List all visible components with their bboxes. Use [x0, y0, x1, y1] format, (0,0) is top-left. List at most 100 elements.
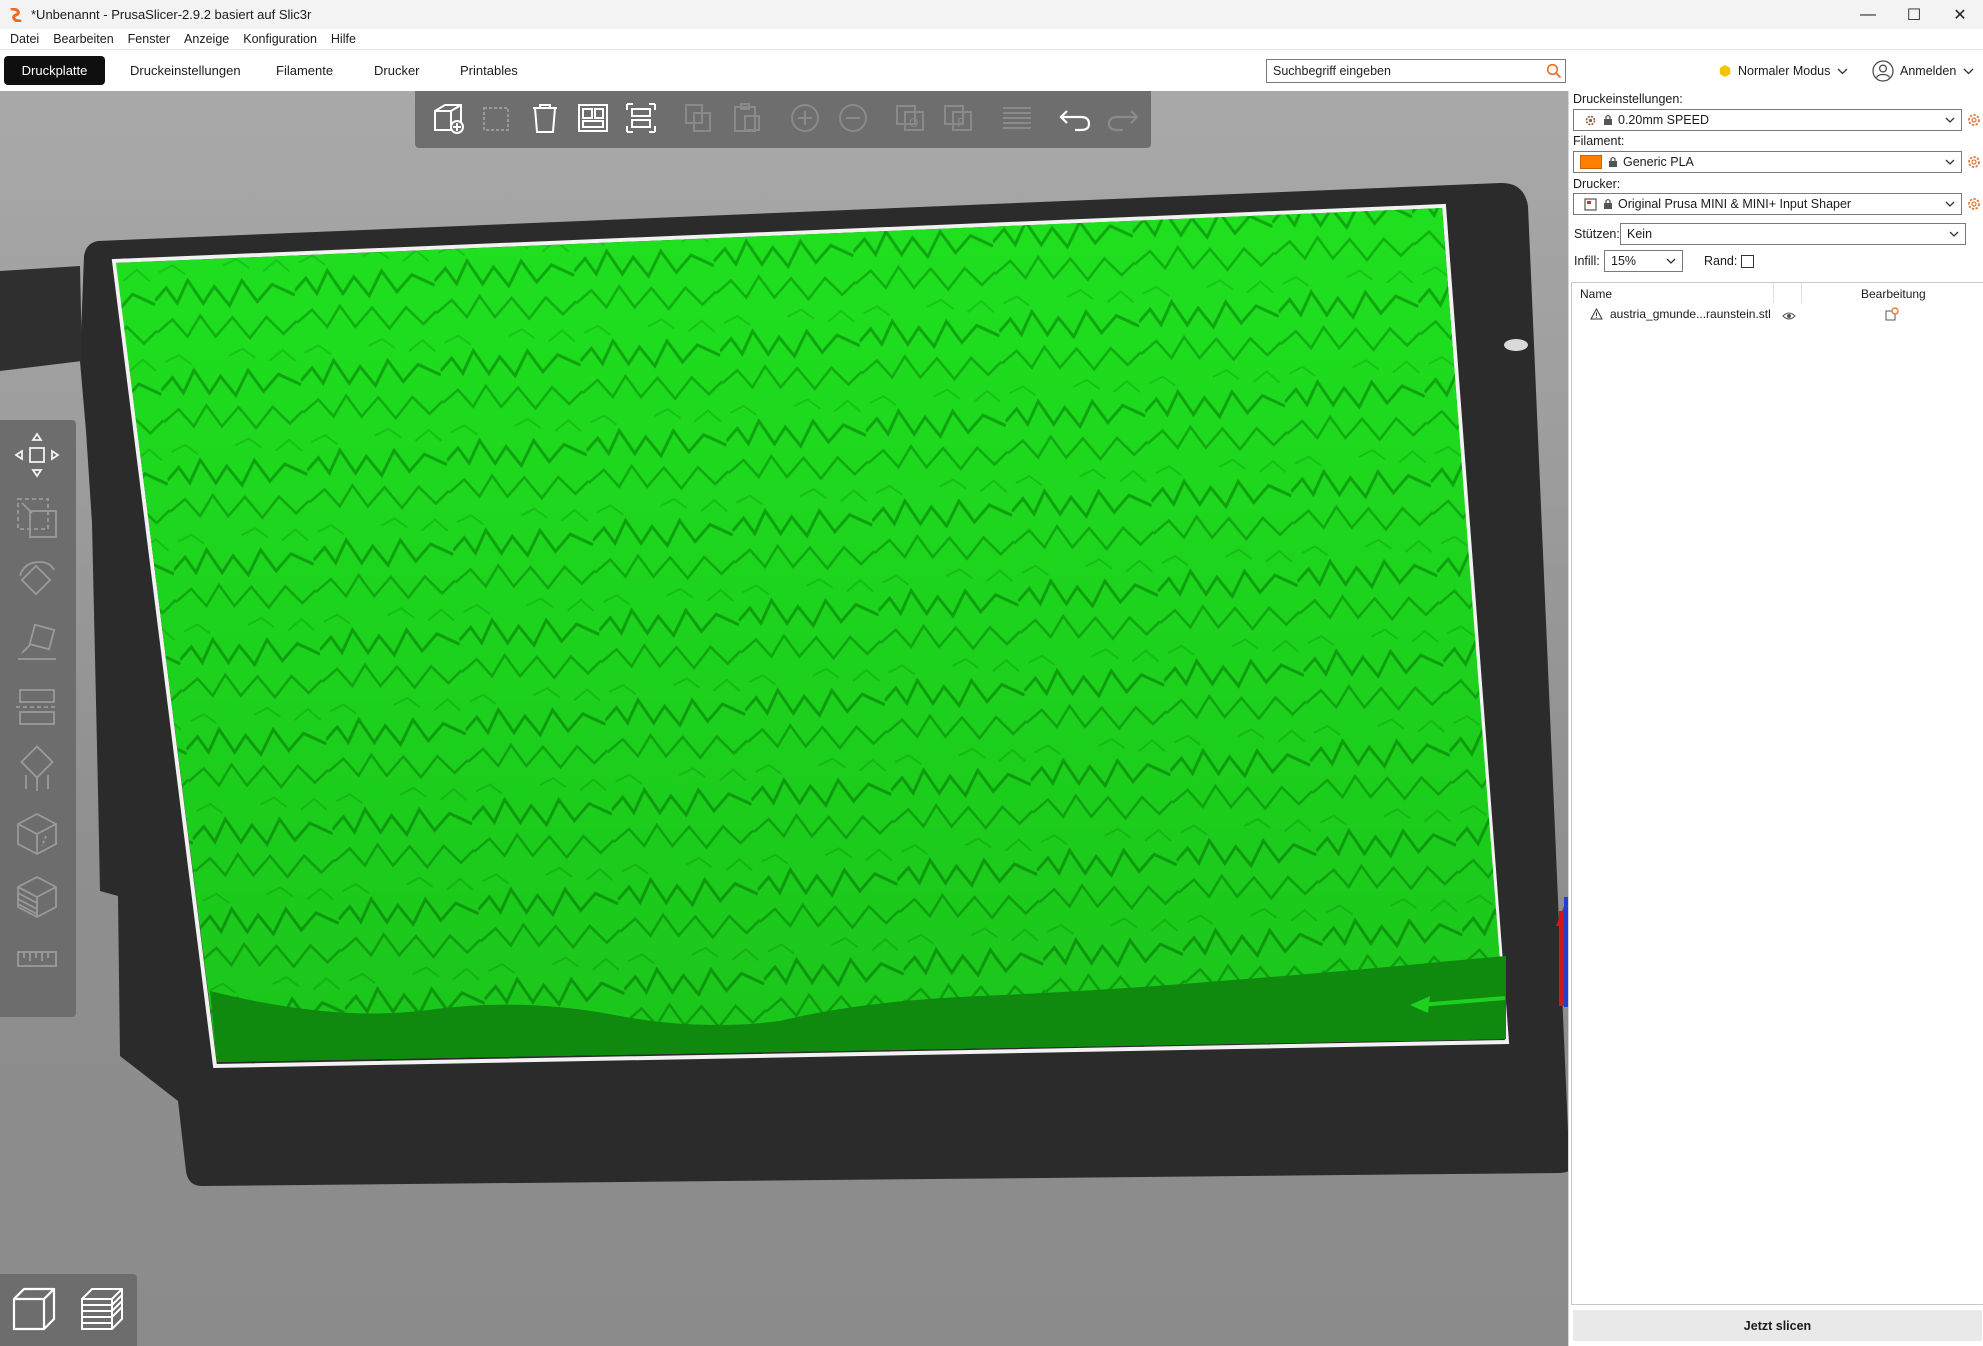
support-painting-icon [12, 744, 62, 798]
mode-label: Normaler Modus [1738, 64, 1831, 78]
tab-bar: Druckplatte Druckeinstellungen Filamente… [0, 50, 1983, 90]
right-sidebar: Druckeinstellungen: 0.20mm SPEED Filamen… [1568, 91, 1983, 1346]
tab-filaments[interactable]: Filamente [256, 56, 353, 85]
login-label: Anmelden [1900, 64, 1957, 78]
object-list: Name Bearbeitung austria_gmunde...raunst… [1571, 282, 1983, 1305]
brim-checkbox[interactable] [1741, 255, 1754, 268]
tab-plater[interactable]: Druckplatte [4, 56, 105, 85]
remove-instance-button[interactable] [829, 96, 877, 144]
infill-value: 15% [1611, 254, 1637, 268]
list-item[interactable]: austria_gmunde...raunstein.stl [1572, 303, 1983, 325]
menu-configuration[interactable]: Konfiguration [236, 32, 324, 46]
arrange-button[interactable] [569, 96, 617, 144]
menu-file[interactable]: Datei [3, 32, 46, 46]
column-divider [1801, 283, 1802, 303]
search-icon[interactable] [1543, 60, 1565, 82]
undo-button[interactable] [1051, 96, 1099, 144]
lock-icon [1603, 114, 1613, 126]
search-input[interactable] [1267, 61, 1543, 81]
scale-tool-button[interactable] [8, 490, 66, 548]
infill-combo[interactable]: 15% [1604, 250, 1683, 272]
minimize-button[interactable]: — [1845, 0, 1891, 29]
variable-layer-height-button[interactable] [993, 96, 1041, 144]
3d-scene [0, 182, 1568, 1186]
mode-selector[interactable]: Normaler Modus [1719, 60, 1848, 82]
rotate-icon [12, 556, 62, 609]
view-mode-toggle [0, 1274, 137, 1346]
layers-preview-icon [76, 1283, 128, 1338]
rotate-tool-button[interactable] [8, 553, 66, 611]
menu-window[interactable]: Fenster [121, 32, 177, 46]
place-on-face-tool-button[interactable] [8, 616, 66, 674]
menu-help[interactable]: Hilfe [324, 32, 363, 46]
paste-button[interactable] [723, 96, 771, 144]
split-parts-button[interactable]: P [935, 96, 983, 144]
search-box [1266, 59, 1566, 83]
eye-visibility-icon[interactable] [1782, 309, 1796, 324]
filament-color-swatch [1580, 155, 1602, 169]
column-header-name[interactable]: Name [1580, 287, 1612, 301]
cut-tool-button[interactable] [8, 679, 66, 737]
column-divider [1773, 283, 1774, 303]
layers-icon [999, 100, 1035, 139]
3d-viewport[interactable]: O P [0, 91, 1568, 1346]
arrange-selection-button[interactable] [617, 96, 665, 144]
variable-layer-tool-button[interactable] [8, 868, 66, 926]
arrange-icon [575, 100, 611, 139]
window-title: *Unbenannt - PrusaSlicer-2.9.2 basiert a… [31, 7, 312, 22]
tab-print-settings[interactable]: Druckeinstellungen [110, 56, 261, 85]
redo-icon [1105, 100, 1141, 139]
supports-combo[interactable]: Kein [1620, 223, 1966, 245]
cube-seam-icon [12, 808, 62, 861]
preview-button[interactable] [68, 1274, 136, 1346]
edit-printer-gear-icon[interactable] [1967, 197, 1981, 211]
lock-icon [1608, 156, 1618, 168]
paste-icon [729, 100, 765, 139]
cut-icon [12, 682, 62, 735]
redo-button[interactable] [1099, 96, 1147, 144]
filament-combo[interactable]: Generic PLA [1573, 151, 1962, 173]
edit-filament-gear-icon[interactable] [1967, 155, 1981, 169]
menu-view[interactable]: Anzeige [177, 32, 236, 46]
move-tool-button[interactable] [8, 427, 66, 485]
user-avatar-icon [1872, 60, 1894, 82]
close-button[interactable]: ✕ [1937, 0, 1983, 29]
trash-icon [527, 100, 563, 139]
seam-painting-tool-button[interactable] [8, 805, 66, 863]
login-button[interactable]: Anmelden [1872, 59, 1974, 83]
copy-button[interactable] [675, 96, 723, 144]
delete-all-button[interactable] [521, 96, 569, 144]
object-list-header: Name Bearbeitung [1572, 283, 1983, 303]
scale-icon [12, 493, 62, 546]
edit-print-settings-gear-icon[interactable] [1967, 113, 1981, 127]
brim-label: Rand: [1704, 254, 1738, 268]
printer-combo[interactable]: Original Prusa MINI & MINI+ Input Shaper [1573, 193, 1962, 215]
print-settings-combo[interactable]: 0.20mm SPEED [1573, 109, 1962, 131]
supports-label: Stützen: [1574, 227, 1620, 241]
arrange-selection-icon [623, 100, 659, 139]
edit-object-settings-icon[interactable] [1885, 307, 1899, 324]
measure-tool-button[interactable] [8, 931, 66, 989]
add-object-button[interactable] [425, 96, 473, 144]
3d-view-button[interactable] [0, 1274, 68, 1346]
move-icon [12, 430, 62, 483]
add-instance-button[interactable] [781, 96, 829, 144]
undo-icon [1057, 100, 1093, 139]
filament-label: Filament: [1573, 134, 1625, 148]
column-header-editing[interactable]: Bearbeitung [1861, 287, 1926, 301]
maximize-button[interactable]: ☐ [1891, 0, 1937, 29]
chevron-down-icon [1665, 254, 1677, 271]
split-objects-button[interactable]: O [887, 96, 935, 144]
top-toolbar: O P [415, 91, 1151, 148]
menu-bar: Datei Bearbeiten Fenster Anzeige Konfigu… [0, 29, 1983, 50]
gear-icon [1584, 114, 1597, 127]
slice-now-button[interactable]: Jetzt slicen [1573, 1310, 1982, 1341]
tab-printables[interactable]: Printables [440, 56, 538, 85]
menu-edit[interactable]: Bearbeiten [46, 32, 120, 46]
print-settings-label: Druckeinstellungen: [1573, 92, 1683, 106]
support-painting-tool-button[interactable] [8, 742, 66, 800]
svg-text:P: P [957, 116, 964, 130]
delete-button[interactable] [473, 96, 521, 144]
filament-value: Generic PLA [1623, 155, 1694, 169]
tab-printer[interactable]: Drucker [354, 56, 440, 85]
